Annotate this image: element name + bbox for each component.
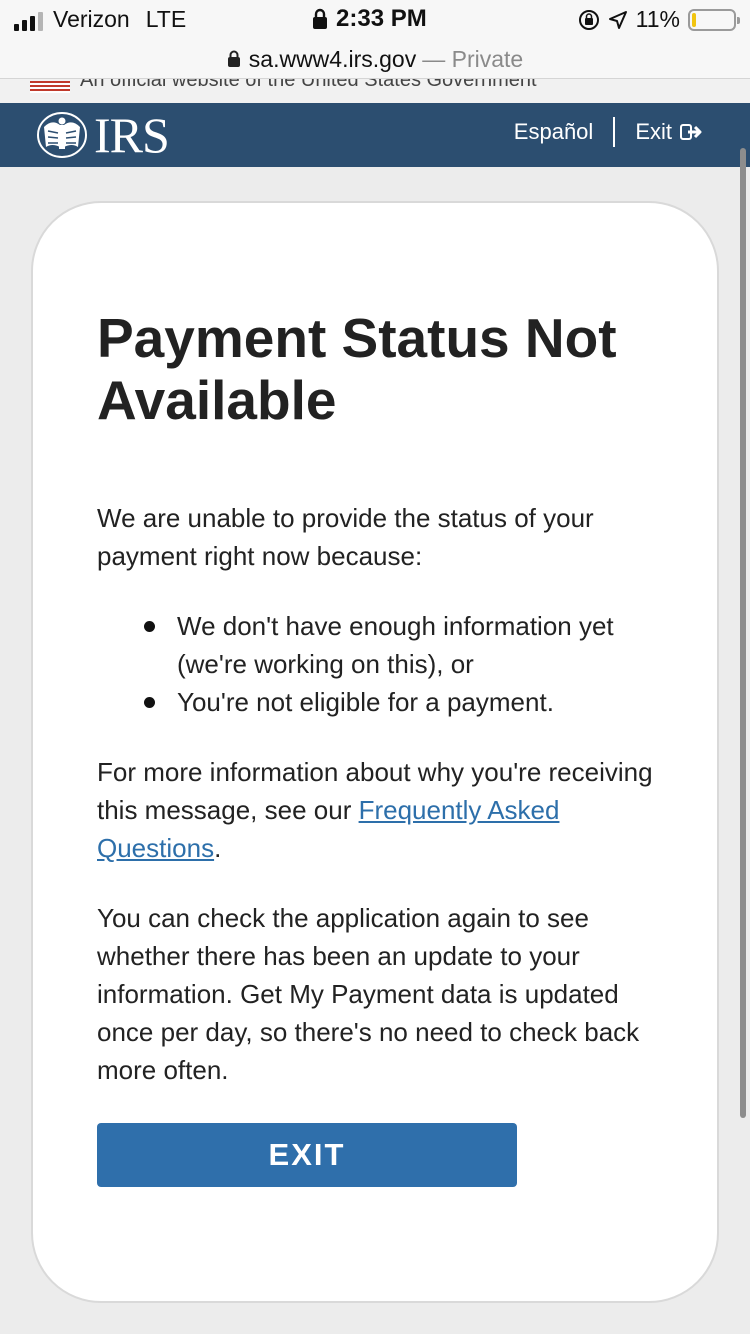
espanol-link[interactable]: Español (514, 119, 594, 145)
header-divider (613, 117, 616, 147)
eagle-emblem-icon (37, 112, 87, 158)
exit-button[interactable]: EXIT (97, 1123, 517, 1187)
reason-list: We don't have enough information yet (we… (97, 607, 667, 721)
private-label: Private (451, 45, 524, 72)
carrier-label: Verizon (53, 6, 130, 32)
gov-banner-text: An official website of the United States… (80, 78, 537, 91)
url-bar[interactable]: sa.www4.irs.gov — Private (0, 40, 750, 78)
battery-icon (688, 8, 740, 31)
battery-fill (692, 12, 696, 27)
more-info-text: For more information about why you're re… (97, 753, 667, 867)
scrollbar[interactable] (740, 148, 746, 1118)
battery-percent: 11% (635, 6, 680, 32)
check-again-text: You can check the application again to s… (97, 903, 640, 1085)
header-exit-label: Exit (635, 119, 672, 144)
card-content: Payment Status Not Available We are unab… (97, 307, 667, 1187)
location-arrow-icon (608, 10, 627, 29)
gov-banner: An official website of the United States… (0, 78, 750, 103)
orientation-lock-icon (578, 9, 599, 30)
status-right: 11% (578, 6, 740, 33)
url-separator: — (422, 45, 452, 72)
irs-logo[interactable]: IRS (36, 107, 170, 163)
list-item: We don't have enough information yet (we… (97, 607, 667, 683)
intro-text: We are unable to provide the status of y… (97, 503, 594, 571)
header-links: Español Exit (514, 117, 702, 147)
status-left: Verizon LTE (14, 6, 186, 33)
exit-arrow-icon (680, 124, 702, 140)
header-exit-link[interactable]: Exit (635, 119, 702, 145)
list-item: You're not eligible for a payment. (97, 683, 667, 721)
url-domain: sa.www4.irs.gov (248, 45, 417, 72)
network-label: LTE (145, 6, 187, 32)
private-indicator: — Private (422, 46, 523, 73)
status-time-group: 2:33 PM (312, 5, 427, 33)
secure-lock-icon (227, 50, 240, 67)
irs-logo-text: IRS (94, 107, 170, 163)
irs-header: IRS Español Exit (0, 103, 750, 167)
status-card: Payment Status Not Available We are unab… (31, 201, 719, 1303)
more-info-suffix: . (214, 833, 222, 863)
us-flag-icon (30, 81, 70, 93)
lock-icon (313, 8, 327, 29)
status-time: 2:33 PM (336, 5, 427, 32)
status-bar: Verizon LTE 2:33 PM 11% (0, 0, 750, 40)
signal-icon (14, 9, 43, 31)
page-title: Payment Status Not Available (97, 307, 617, 431)
